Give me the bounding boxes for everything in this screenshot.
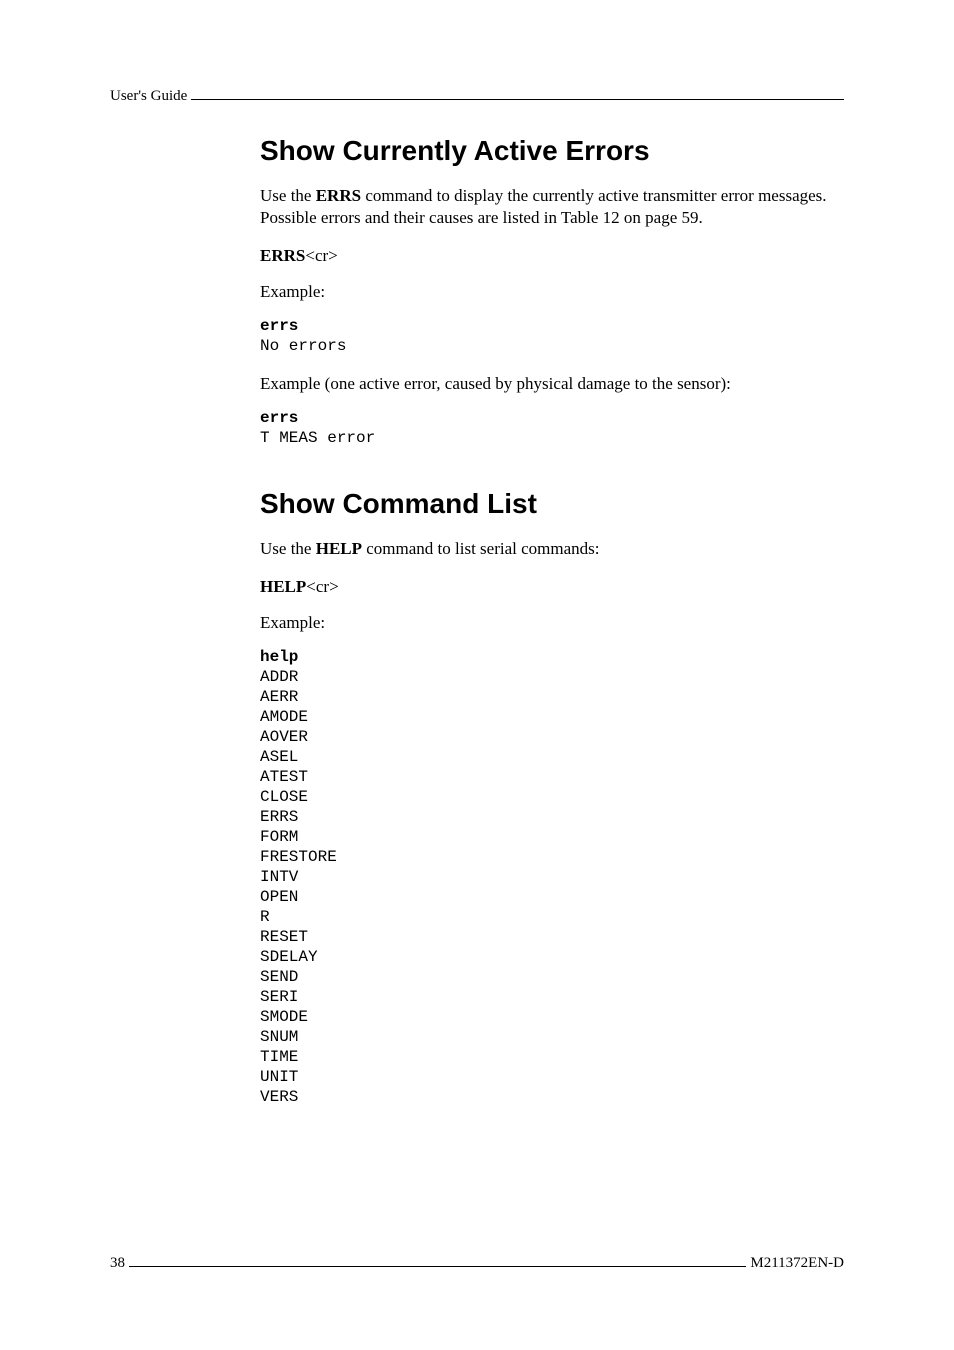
header-rule [191,85,844,100]
para-errs-intro: Use the ERRS command to display the curr… [260,185,844,231]
syntax-cmd: HELP [260,577,306,596]
code-errs-2: errs T MEAS error [260,408,844,448]
syntax-errs: ERRS<cr> [260,246,844,266]
content-column: Show Currently Active Errors Use the ERR… [260,135,844,1108]
code-errs-1: errs No errors [260,316,844,356]
cmd-name-errs: ERRS [316,186,361,205]
footer-rule [129,1253,746,1268]
para-help-intro: Use the HELP command to list serial comm… [260,538,844,561]
code-output: T MEAS error [260,429,375,447]
heading-show-errors: Show Currently Active Errors [260,135,844,167]
code-cmd: errs [260,409,298,427]
page-number: 38 [110,1255,129,1272]
code-output: ADDR AERR AMODE AOVER ASEL ATEST CLOSE E… [260,668,337,1106]
header-label: User's Guide [110,88,191,105]
code-cmd: help [260,648,298,666]
doc-id: M211372EN-D [746,1255,844,1272]
syntax-suffix: <cr> [306,577,338,596]
code-cmd: errs [260,317,298,335]
example-label-help: Example: [260,613,844,633]
text: Use the [260,539,316,558]
example-label-2: Example (one active error, caused by phy… [260,374,844,394]
heading-show-command-list: Show Command List [260,488,844,520]
syntax-suffix: <cr> [305,246,337,265]
syntax-help: HELP<cr> [260,577,844,597]
page-footer: 38 M211372EN-D [110,1253,844,1273]
page-header: User's Guide [110,85,844,105]
text: Use the [260,186,316,205]
code-output: No errors [260,337,346,355]
example-label-1: Example: [260,282,844,302]
code-help: help ADDR AERR AMODE AOVER ASEL ATEST CL… [260,647,844,1107]
text: command to list serial commands: [362,539,600,558]
cmd-name-help: HELP [316,539,362,558]
syntax-cmd: ERRS [260,246,305,265]
